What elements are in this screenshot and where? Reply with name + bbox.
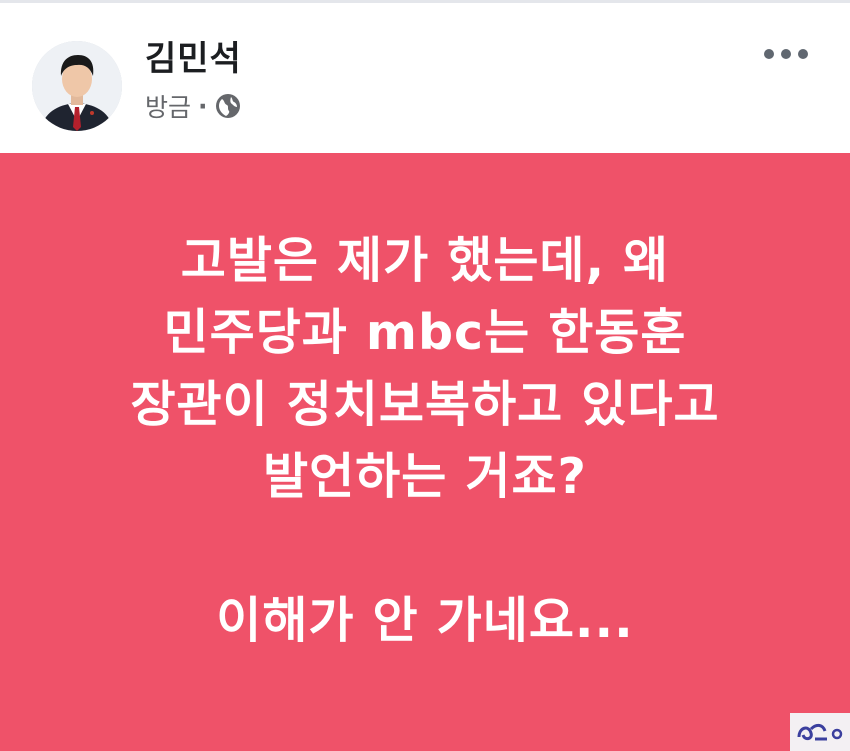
post-text: 고발은 제가 했는데, 왜 민주당과 mbc는 한동훈 장관이 정치보복하고 있… bbox=[0, 225, 850, 657]
post-header: 김민석 방금 · bbox=[0, 3, 850, 153]
post-line-4: 발언하는 거죠? bbox=[263, 448, 587, 505]
post-line-1: 고발은 제가 했는데, 왜 bbox=[180, 232, 670, 289]
post-time[interactable]: 방금 bbox=[145, 88, 191, 124]
post-closing-line: 이해가 안 가네요... bbox=[216, 592, 634, 649]
post-meta: 방금 · bbox=[145, 89, 241, 123]
site-logo-icon bbox=[790, 713, 850, 751]
avatar[interactable] bbox=[32, 41, 122, 131]
more-options-icon[interactable] bbox=[764, 47, 808, 61]
post-line-3: 장관이 정치보복하고 있다고 bbox=[130, 376, 720, 433]
author-name[interactable]: 김민석 bbox=[145, 31, 242, 80]
post-line-2: 민주당과 mbc는 한동훈 bbox=[163, 304, 687, 361]
meta-separator: · bbox=[198, 91, 208, 121]
post-content: 고발은 제가 했는데, 왜 민주당과 mbc는 한동훈 장관이 정치보복하고 있… bbox=[0, 153, 850, 751]
globe-icon[interactable] bbox=[215, 93, 241, 119]
